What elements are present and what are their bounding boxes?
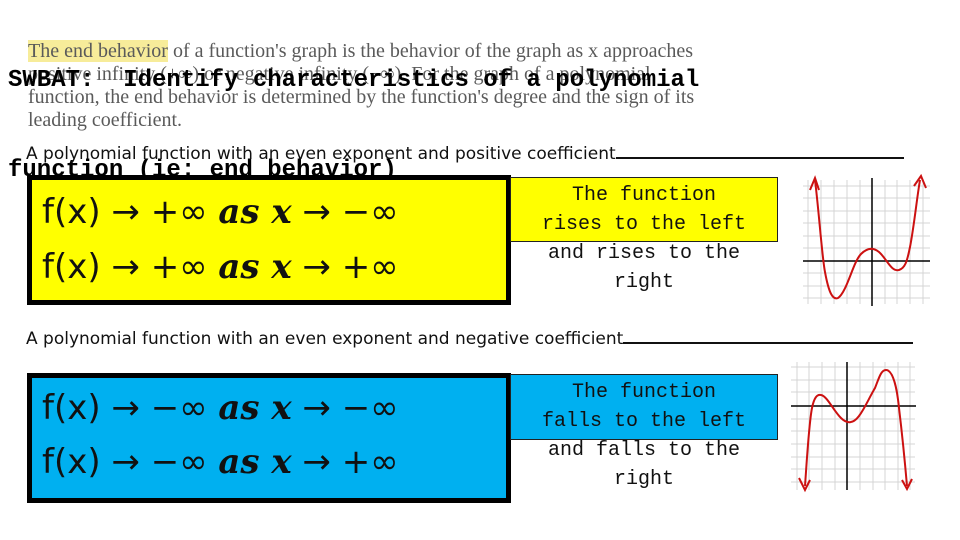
equation-right-end: f(x) → +∞ as x → +∞	[42, 247, 399, 287]
prompt-positive: A polynomial function with an even expon…	[26, 143, 904, 164]
description-negative: The function falls to the left and falls…	[541, 381, 747, 491]
graph-falls-falls	[791, 362, 916, 493]
equation-right-end: f(x) → −∞ as x → +∞	[42, 442, 399, 482]
answer-blank	[615, 143, 904, 159]
description-positive: The function rises to the left and rises…	[541, 184, 747, 294]
graph-rises-rises	[803, 173, 930, 306]
equation-box-positive: f(x) → +∞ as x → −∞ f(x) → +∞ as x → +∞	[27, 175, 511, 305]
equation-left-end: f(x) → −∞ as x → −∞	[42, 388, 399, 428]
equation-box-negative: f(x) → −∞ as x → −∞ f(x) → −∞ as x → +∞	[27, 373, 511, 503]
title-line-1: SWBAT: Identify characteristics of a pol…	[8, 67, 700, 94]
prompt-negative: A polynomial function with an even expon…	[26, 328, 914, 349]
equation-left-end: f(x) → +∞ as x → −∞	[42, 192, 399, 232]
answer-blank	[623, 328, 914, 344]
